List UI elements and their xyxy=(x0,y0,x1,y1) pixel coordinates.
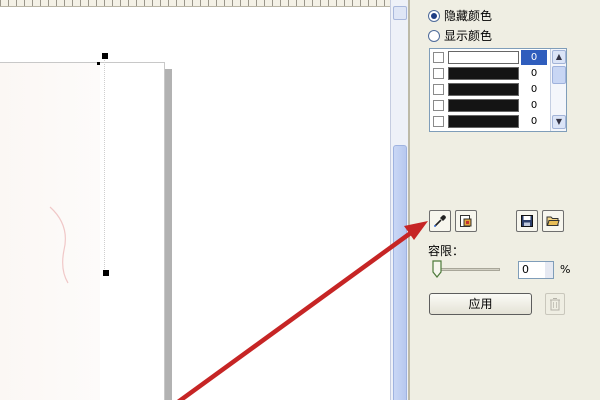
color-tolerance-value[interactable]: 0 xyxy=(521,82,547,97)
selection-handle-right[interactable] xyxy=(103,270,109,276)
color-tolerance-value[interactable]: 0 xyxy=(521,50,547,65)
tolerance-slider-track[interactable] xyxy=(436,268,500,271)
color-list-row[interactable]: 0 xyxy=(430,82,550,98)
color-tolerance-value[interactable]: 0 xyxy=(521,66,547,81)
tolerance-spinner[interactable] xyxy=(545,262,553,278)
color-list-row[interactable]: 0 xyxy=(430,50,550,66)
selection-handle-top[interactable] xyxy=(102,53,108,59)
selection-handle-corner[interactable] xyxy=(97,62,100,65)
chevron-up-icon[interactable]: ▲ xyxy=(552,50,566,64)
eyedropper-icon xyxy=(434,215,446,227)
color-list-row[interactable]: 0 xyxy=(430,114,550,130)
apply-button[interactable]: 应用 xyxy=(429,293,532,315)
tolerance-input[interactable]: 0 xyxy=(518,261,554,279)
color-row-checkbox[interactable] xyxy=(433,100,444,111)
radio-button[interactable] xyxy=(428,9,440,22)
color-swatch[interactable] xyxy=(448,67,519,80)
color-list[interactable]: 00000 ▲ ▼ xyxy=(429,48,567,132)
chevron-down-icon[interactable]: ▼ xyxy=(552,115,566,129)
color-swatch[interactable] xyxy=(448,83,519,96)
color-row-checkbox[interactable] xyxy=(433,68,444,79)
trash-icon xyxy=(550,298,560,311)
color-swatch[interactable] xyxy=(448,99,519,112)
color-tolerance-value[interactable]: 0 xyxy=(521,98,547,113)
color-list-row[interactable]: 0 xyxy=(430,66,550,82)
drawing-canvas[interactable] xyxy=(0,0,390,400)
open-mask-button[interactable] xyxy=(542,210,564,232)
tolerance-slider-thumb[interactable] xyxy=(432,260,442,278)
selection-edge xyxy=(104,60,105,275)
floppy-disk-icon xyxy=(521,215,533,227)
color-list-row[interactable]: 0 xyxy=(430,98,550,114)
color-list-scrollbar[interactable]: ▲ ▼ xyxy=(550,49,566,131)
radio-show-colors[interactable]: 显示颜色 xyxy=(428,27,492,44)
horizontal-ruler xyxy=(0,0,390,7)
color-row-checkbox[interactable] xyxy=(433,84,444,95)
scroll-up-button[interactable] xyxy=(393,6,407,20)
scrollbar-thumb[interactable] xyxy=(393,145,407,400)
color-swatch[interactable] xyxy=(448,115,519,128)
edit-color-icon xyxy=(460,215,472,227)
tolerance-value: 0 xyxy=(522,263,529,276)
color-tolerance-value[interactable]: 0 xyxy=(521,114,547,129)
radio-show-label: 显示颜色 xyxy=(444,29,493,43)
save-mask-button[interactable] xyxy=(516,210,538,232)
delete-button[interactable] xyxy=(545,293,565,315)
color-row-checkbox[interactable] xyxy=(433,52,444,63)
folder-open-icon xyxy=(546,216,560,226)
edit-color-button[interactable] xyxy=(455,210,477,232)
color-swatch[interactable] xyxy=(448,51,519,64)
radio-button[interactable] xyxy=(428,29,440,42)
eyedropper-button[interactable] xyxy=(429,210,451,232)
vertical-scrollbar[interactable] xyxy=(390,0,408,400)
bitmap-color-mask-panel: 隐藏颜色 显示颜色 00000 ▲ ▼ 容限： 0 % 应用 xyxy=(408,0,600,400)
radio-hide-label: 隐藏颜色 xyxy=(444,9,493,23)
percent-unit: % xyxy=(560,263,571,276)
list-scroll-thumb[interactable] xyxy=(552,66,566,84)
faint-shape-outline xyxy=(49,206,69,284)
tolerance-label: 容限： xyxy=(428,244,465,258)
color-row-checkbox[interactable] xyxy=(433,116,444,127)
radio-hide-colors[interactable]: 隐藏颜色 xyxy=(428,7,492,24)
